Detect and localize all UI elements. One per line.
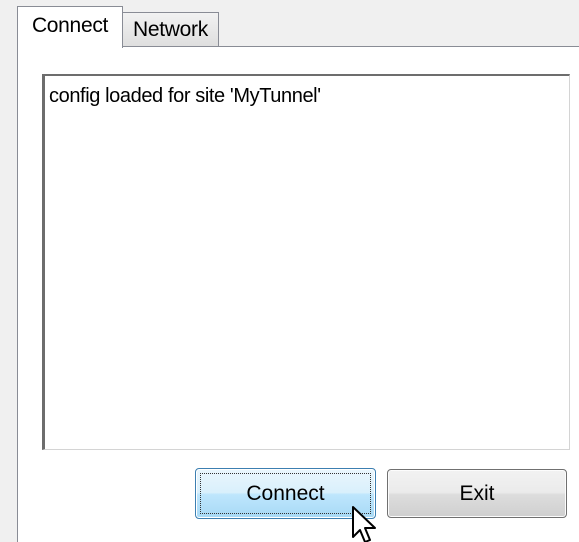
connect-button-label: Connect [246,481,325,505]
tab-network-label: Network [133,18,208,41]
vpn-client-window: Connect Network config loaded for site '… [0,0,579,542]
exit-button-label: Exit [459,481,495,505]
log-textbox[interactable]: config loaded for site 'MyTunnel' [42,74,570,450]
tab-connect[interactable]: Connect [17,6,123,48]
tab-connect-label: Connect [31,13,109,37]
exit-button[interactable]: Exit [387,469,567,518]
tab-network[interactable]: Network [122,12,219,47]
log-line: config loaded for site 'MyTunnel' [49,85,321,107]
arrow-pointer-icon [352,506,376,542]
connect-button[interactable]: Connect [195,468,376,519]
